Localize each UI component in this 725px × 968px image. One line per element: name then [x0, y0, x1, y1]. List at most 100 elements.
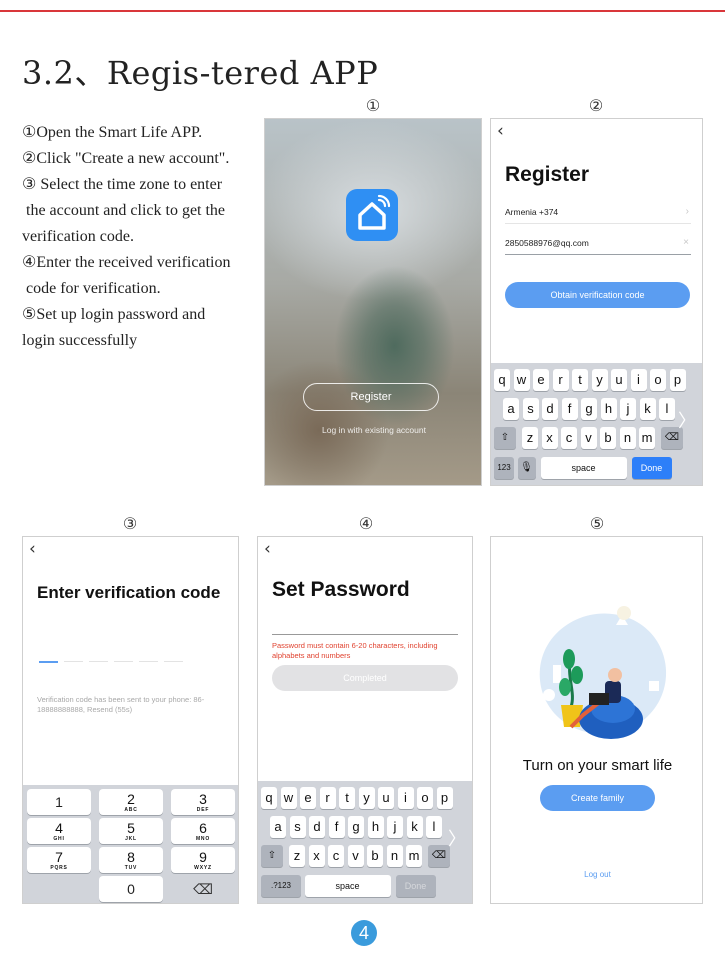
key[interactable]: a: [503, 398, 519, 420]
key[interactable]: g: [581, 398, 597, 420]
key[interactable]: i: [397, 787, 414, 809]
key[interactable]: o: [417, 787, 433, 809]
email-field[interactable]: 2850588976@qq.com ×: [505, 231, 691, 255]
key[interactable]: t: [572, 369, 588, 391]
password-field[interactable]: [272, 634, 458, 635]
key[interactable]: v: [580, 427, 597, 449]
key[interactable]: c: [561, 427, 577, 449]
key[interactable]: r: [552, 369, 569, 391]
logout-link[interactable]: Log out: [491, 870, 702, 879]
obtain-code-button[interactable]: Obtain verification code: [505, 282, 690, 308]
numpad-key-0[interactable]: 0: [99, 876, 163, 902]
back-icon[interactable]: ‹: [497, 121, 504, 141]
numpad-key-4[interactable]: 4 GHI: [27, 818, 91, 844]
code-slot[interactable]: [89, 661, 108, 662]
key[interactable]: m: [406, 845, 422, 867]
key[interactable]: x: [308, 845, 325, 867]
backspace-icon[interactable]: ⌫: [171, 876, 235, 902]
key[interactable]: f: [328, 816, 345, 838]
key[interactable]: x: [541, 427, 558, 449]
key[interactable]: y: [358, 787, 375, 809]
mode-key[interactable]: 123: [494, 457, 514, 479]
code-slot[interactable]: [164, 661, 183, 662]
numpad-key-8[interactable]: 8 TUV: [99, 847, 163, 873]
letters: ABC: [124, 807, 138, 813]
key[interactable]: q: [494, 369, 510, 391]
key[interactable]: b: [600, 427, 616, 449]
code-slot[interactable]: [64, 661, 83, 662]
key[interactable]: t: [339, 787, 355, 809]
key[interactable]: e: [533, 369, 549, 391]
screenshot-verification: ‹ Enter verification code Verification c…: [22, 536, 239, 904]
done-key[interactable]: Done: [395, 875, 436, 897]
login-existing-link[interactable]: Log in with existing account: [265, 425, 481, 435]
key[interactable]: y: [591, 369, 608, 391]
code-slot[interactable]: [114, 661, 133, 662]
mode-key[interactable]: .?123: [261, 875, 301, 897]
key[interactable]: w: [513, 369, 530, 391]
key[interactable]: p: [669, 369, 686, 391]
key[interactable]: p: [436, 787, 453, 809]
key[interactable]: z: [522, 427, 538, 449]
key[interactable]: u: [611, 369, 627, 391]
key[interactable]: c: [328, 845, 344, 867]
key[interactable]: d: [309, 816, 325, 838]
key[interactable]: f: [561, 398, 578, 420]
key[interactable]: n: [619, 427, 636, 449]
key[interactable]: b: [367, 845, 383, 867]
key[interactable]: m: [639, 427, 655, 449]
shift-icon[interactable]: ⇧: [261, 845, 283, 867]
microphone-icon[interactable]: 🎙: [517, 457, 536, 479]
completed-button[interactable]: Completed: [272, 665, 458, 691]
numpad-key-1[interactable]: 1: [27, 789, 91, 815]
key[interactable]: l: [659, 398, 675, 420]
step-line: ①Open the Smart Life APP.: [22, 124, 203, 141]
key[interactable]: e: [300, 787, 316, 809]
clear-icon[interactable]: ×: [683, 231, 689, 255]
key[interactable]: v: [347, 845, 364, 867]
country-select[interactable]: Armenia +374 ›: [505, 200, 691, 224]
key[interactable]: j: [620, 398, 636, 420]
key[interactable]: u: [378, 787, 394, 809]
key[interactable]: r: [319, 787, 336, 809]
shift-icon[interactable]: ⇧: [494, 427, 516, 449]
key[interactable]: g: [348, 816, 364, 838]
key[interactable]: n: [386, 845, 403, 867]
key[interactable]: q: [261, 787, 277, 809]
key[interactable]: k: [639, 398, 656, 420]
digit: 2: [127, 791, 135, 807]
key[interactable]: h: [600, 398, 617, 420]
code-slot[interactable]: [139, 661, 158, 662]
key[interactable]: s: [289, 816, 306, 838]
space-key[interactable]: space: [540, 457, 627, 479]
numpad-key-2[interactable]: 2 ABC: [99, 789, 163, 815]
key[interactable]: l: [426, 816, 442, 838]
numpad-key-6[interactable]: 6 MNO: [171, 818, 235, 844]
key[interactable]: s: [522, 398, 539, 420]
key[interactable]: j: [387, 816, 403, 838]
numpad-key-5[interactable]: 5 JKL: [99, 818, 163, 844]
space-key[interactable]: space: [304, 875, 391, 897]
register-button[interactable]: Register: [303, 383, 439, 411]
digit: 5: [127, 820, 135, 836]
step-line: ④Enter the received verification: [22, 254, 231, 271]
create-family-button[interactable]: Create family: [540, 785, 655, 811]
code-slot[interactable]: [39, 661, 58, 663]
key[interactable]: o: [650, 369, 666, 391]
key[interactable]: z: [289, 845, 305, 867]
key[interactable]: d: [542, 398, 558, 420]
done-key[interactable]: Done: [631, 457, 672, 479]
sent-notice: Verification code has been sent to your …: [37, 695, 205, 714]
back-icon[interactable]: ‹: [264, 539, 271, 559]
key[interactable]: w: [280, 787, 297, 809]
key[interactable]: h: [367, 816, 384, 838]
key[interactable]: i: [630, 369, 647, 391]
numpad-key-9[interactable]: 9 WXYZ: [171, 847, 235, 873]
numpad-key-7[interactable]: 7 PQRS: [27, 847, 91, 873]
key[interactable]: a: [270, 816, 286, 838]
key[interactable]: k: [406, 816, 423, 838]
chevron-right-icon: ›: [685, 206, 689, 217]
back-icon[interactable]: ‹: [29, 539, 36, 559]
backspace-icon[interactable]: ⌫: [428, 845, 450, 867]
numpad-key-3[interactable]: 3 DEF: [171, 789, 235, 815]
